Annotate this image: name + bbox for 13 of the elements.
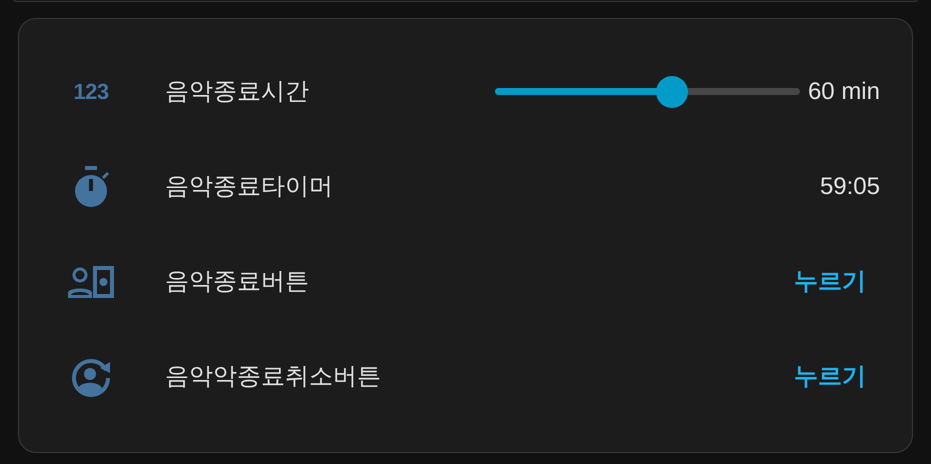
press-button[interactable]: 누르기 [780, 352, 880, 400]
stopwatch-icon [72, 166, 110, 208]
slider-thumb[interactable] [656, 76, 688, 108]
row-label: 음악종료시간 [165, 76, 309, 106]
row-label: 음악종료타이머 [165, 172, 333, 202]
person-cash-icon [66, 264, 116, 298]
row-label: 음악악종료취소버튼 [165, 362, 381, 392]
slider[interactable] [494, 76, 800, 108]
timer-value: 59:05 [820, 172, 880, 202]
press-button[interactable]: 누르기 [780, 258, 880, 306]
numeric-icon: 123 [73, 80, 109, 102]
slider-reading: 60 min [808, 76, 880, 106]
row-label: 음악종료버튼 [165, 266, 309, 296]
